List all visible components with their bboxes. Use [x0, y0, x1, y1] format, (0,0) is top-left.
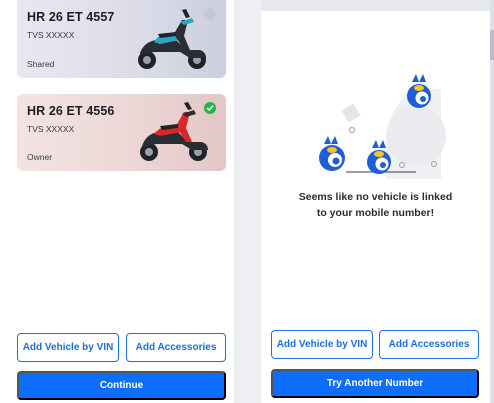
screen-gap	[234, 0, 261, 403]
vehicle-list-screen: HR 26 ET 4557 TVS XXXXX Shared HR 26 ET …	[0, 0, 234, 403]
mascot-top	[407, 74, 431, 108]
scooter-icon	[138, 9, 206, 69]
no-vehicle-illustration	[319, 74, 446, 179]
vehicle-role: Owner	[27, 152, 53, 162]
scooter-icon	[140, 102, 208, 161]
scrollbar-thumb[interactable]	[490, 30, 494, 60]
add-accessories-button[interactable]: Add Accessories	[379, 330, 479, 359]
empty-state-message: Seems like no vehicle is linked to your …	[261, 189, 490, 221]
add-vehicle-by-vin-button[interactable]: Add Vehicle by VIN	[271, 330, 373, 359]
mascot-left	[319, 136, 345, 171]
vehicle-model: TVS XXXXX	[27, 124, 75, 134]
add-accessories-button[interactable]: Add Accessories	[126, 333, 226, 362]
vehicle-role: Shared	[27, 59, 55, 69]
empty-message-line: to your mobile number!	[316, 207, 435, 219]
continue-button[interactable]: Continue	[17, 371, 226, 400]
vehicle-model: TVS XXXXX	[27, 30, 75, 40]
vehicle-registration: HR 26 ET 4557	[27, 10, 115, 24]
try-another-number-button[interactable]: Try Another Number	[271, 369, 479, 398]
no-vehicle-screen: Seems like no vehicle is linked to your …	[261, 11, 490, 403]
empty-message-line: Seems like no vehicle is linked	[298, 191, 453, 203]
vehicle-registration: HR 26 ET 4556	[27, 104, 115, 118]
vehicle-card[interactable]: HR 26 ET 4556 TVS XXXXX Owner	[17, 94, 226, 171]
vehicle-card[interactable]: HR 26 ET 4557 TVS XXXXX Shared	[17, 0, 226, 78]
add-vehicle-by-vin-button[interactable]: Add Vehicle by VIN	[17, 333, 119, 362]
scrollbar[interactable]	[490, 0, 494, 403]
